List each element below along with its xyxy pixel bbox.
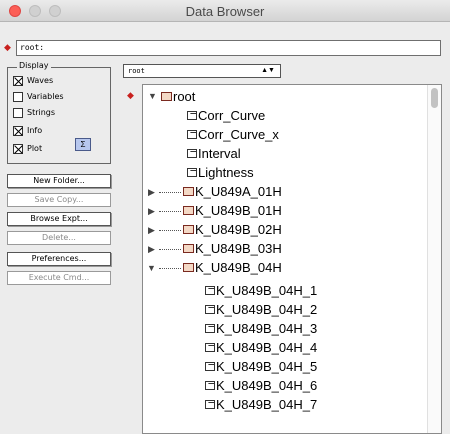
disclosure-closed-icon[interactable]: ▶	[148, 188, 155, 197]
tree-wave-label: Lightness	[198, 165, 254, 180]
tree-wave-label: K_U849B_04H_5	[216, 359, 318, 374]
strings-checkbox[interactable]	[13, 108, 23, 118]
tree-wave[interactable]: K_U849B_04H_6	[205, 376, 317, 395]
folder-icon	[183, 244, 194, 254]
wave-icon	[205, 324, 215, 334]
tree-folder-root[interactable]: root	[161, 87, 195, 106]
disclosure-open-icon[interactable]: ▼	[148, 92, 157, 101]
tree-folder-label: root	[173, 89, 196, 104]
tree-folder[interactable]: K_U849B_04H	[183, 258, 282, 277]
disclosure-open-icon[interactable]: ▼	[147, 264, 156, 273]
new-folder-button[interactable]: New Folder...	[7, 174, 111, 188]
popup-arrows-icon: ▲▼	[261, 67, 275, 74]
tree-wave-label: K_U849B_04H_7	[216, 397, 318, 412]
plot-checkbox[interactable]	[13, 144, 23, 154]
current-folder-marker-icon: ◆	[4, 42, 11, 52]
tree-wave[interactable]: K_U849B_04H_4	[205, 338, 317, 357]
tree-folder[interactable]: K_U849A_01H	[183, 182, 282, 201]
wave-icon	[205, 305, 215, 315]
display-legend: Display	[17, 61, 51, 70]
tree-wave[interactable]: K_U849B_04H_5	[205, 357, 317, 376]
plot-label: Plot	[27, 144, 43, 153]
tree-folder-label: K_U849B_03H	[195, 241, 282, 256]
wave-icon	[205, 400, 215, 410]
wave-icon	[205, 362, 215, 372]
tree-wave[interactable]: K_U849B_04H_3	[205, 319, 317, 338]
data-folder-popup[interactable]: root	[123, 64, 281, 78]
tree-wave-label: K_U849B_04H_2	[216, 302, 318, 317]
wave-icon	[187, 149, 197, 159]
tree-branch-line	[159, 249, 181, 250]
folder-icon	[183, 187, 194, 197]
statistics-sigma-button[interactable]: Σ	[75, 138, 91, 151]
tree-wave[interactable]: K_U849B_04H_2	[205, 300, 317, 319]
wave-icon	[187, 168, 197, 178]
wave-icon	[205, 381, 215, 391]
folder-icon	[183, 263, 194, 273]
tree-wave-label: Interval	[198, 146, 241, 161]
current-path-field[interactable]: root:	[16, 40, 441, 56]
wave-icon	[205, 286, 215, 296]
variables-checkbox[interactable]	[13, 92, 23, 102]
browse-expt-button[interactable]: Browse Expt...	[7, 212, 111, 226]
strings-label: Strings	[27, 108, 56, 117]
tree-folder[interactable]: K_U849B_03H	[183, 239, 282, 258]
wave-icon	[187, 111, 197, 121]
tree-branch-line	[159, 211, 181, 212]
tree-wave[interactable]: K_U849B_04H_7	[205, 395, 317, 414]
tree-wave-label: K_U849B_04H_3	[216, 321, 318, 336]
folder-icon	[183, 225, 194, 235]
tree-wave-label: K_U849B_04H_1	[216, 283, 318, 298]
tree-wave[interactable]: Corr_Curve	[187, 106, 265, 125]
tree-wave-label: K_U849B_04H_4	[216, 340, 318, 355]
disclosure-closed-icon[interactable]: ▶	[148, 245, 155, 254]
tree-folder[interactable]: K_U849B_02H	[183, 220, 282, 239]
current-folder-marker-icon: ◆	[127, 90, 134, 100]
tree-branch-line	[159, 268, 181, 269]
tree-folder[interactable]: K_U849B_01H	[183, 201, 282, 220]
data-tree-pane[interactable]: ▼ root Corr_Curve Corr_Curve_x Interval …	[142, 84, 442, 434]
scrollbar-thumb[interactable]	[431, 88, 438, 108]
execute-cmd-button[interactable]: Execute Cmd...	[7, 271, 111, 285]
waves-label: Waves	[27, 76, 54, 85]
tree-branch-line	[159, 230, 181, 231]
tree-wave[interactable]: Interval	[187, 144, 241, 163]
waves-checkbox[interactable]	[13, 76, 23, 86]
tree-wave-label: K_U849B_04H_6	[216, 378, 318, 393]
folder-icon	[183, 206, 194, 216]
delete-button[interactable]: Delete...	[7, 231, 111, 245]
wave-icon	[187, 130, 197, 140]
title-bar[interactable]: Data Browser	[0, 0, 450, 22]
info-checkbox[interactable]	[13, 126, 23, 136]
tree-wave-label: Corr_Curve	[198, 108, 266, 123]
disclosure-closed-icon[interactable]: ▶	[148, 207, 155, 216]
tree-branch-line	[159, 192, 181, 193]
display-options-group: Display Waves Variables Strings Info Plo…	[7, 61, 111, 164]
tree-folder-label: K_U849B_01H	[195, 203, 282, 218]
vertical-scrollbar[interactable]	[427, 85, 441, 433]
tree-wave[interactable]: Lightness	[187, 163, 254, 182]
tree-folder-label: K_U849B_02H	[195, 222, 282, 237]
tree-wave[interactable]: K_U849B_04H_1	[205, 281, 317, 300]
variables-label: Variables	[27, 92, 64, 101]
tree-folder-label: K_U849B_04H	[195, 260, 282, 275]
disclosure-closed-icon[interactable]: ▶	[148, 226, 155, 235]
preferences-button[interactable]: Preferences...	[7, 252, 111, 266]
data-browser-window: Data Browser ◆ root: Display Waves Varia…	[0, 0, 450, 434]
tree-wave-label: Corr_Curve_x	[198, 127, 279, 142]
info-label: Info	[27, 126, 43, 135]
window-title: Data Browser	[185, 4, 265, 19]
tree-wave[interactable]: Corr_Curve_x	[187, 125, 279, 144]
folder-icon	[161, 92, 172, 102]
save-copy-button[interactable]: Save Copy...	[7, 193, 111, 207]
wave-icon	[205, 343, 215, 353]
tree-folder-label: K_U849A_01H	[195, 184, 282, 199]
